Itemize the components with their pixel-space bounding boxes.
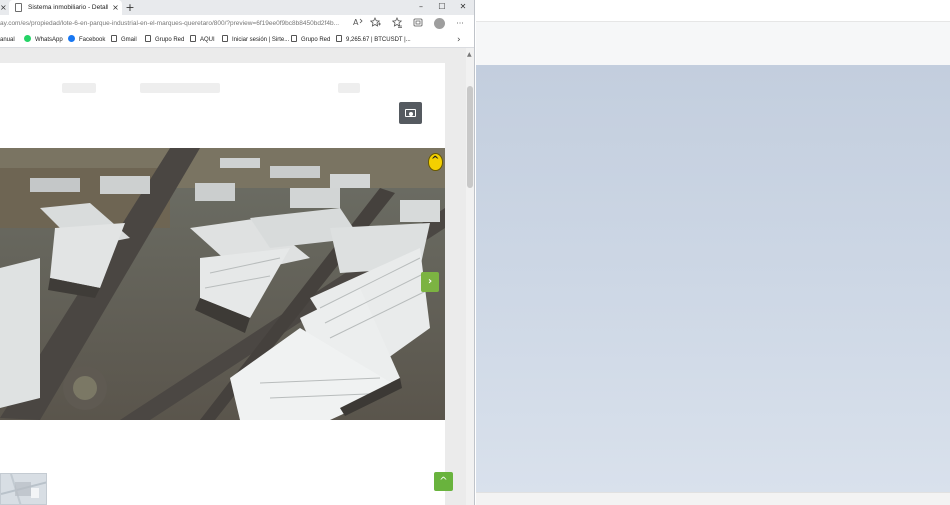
property-photo[interactable]: [0, 148, 445, 420]
read-aloud-icon[interactable]: A: [351, 17, 365, 30]
page-scrollbar[interactable]: ▲: [466, 48, 474, 505]
more-icon[interactable]: ···: [453, 17, 467, 30]
svg-text:A: A: [353, 18, 359, 26]
scrollbar-thumb[interactable]: [467, 86, 473, 188]
bookmark-label: 9,265.67 | BTCUSDT |...: [346, 37, 411, 43]
page-icon: [190, 35, 196, 42]
page-icon: [15, 3, 22, 12]
browser-window: × Sistema inmobiliario - Detalle d × + –…: [0, 0, 475, 505]
desktop-area: [476, 0, 950, 505]
partial-tab-close-icon[interactable]: ×: [0, 1, 8, 14]
close-window-button[interactable]: ✕: [454, 0, 472, 15]
page-icon: [145, 35, 151, 42]
bookmark-item[interactable]: Grupo Red: [291, 32, 330, 48]
property-map-thumbnail[interactable]: [0, 473, 47, 505]
faded-header-element: [62, 83, 96, 93]
bookmark-item[interactable]: Facebook: [68, 32, 105, 48]
chevron-right-icon: ›: [427, 276, 433, 287]
page-icon: [336, 35, 342, 42]
minimize-button[interactable]: –: [412, 0, 430, 15]
bookmark-label: anual: [0, 37, 15, 43]
web-page: ^ › ^: [0, 48, 466, 505]
tab-strip: × Sistema inmobiliario - Detalle d × + –…: [0, 0, 474, 15]
add-favorite-icon[interactable]: [368, 17, 382, 30]
bookmark-label: AQUI: [200, 37, 215, 43]
faded-header-element: [140, 83, 220, 93]
whatsapp-icon: [24, 35, 31, 42]
map-icon: [1, 474, 46, 504]
property-card: ^ ›: [0, 63, 445, 505]
bookmark-item[interactable]: Grupo Red: [145, 32, 184, 48]
url-field[interactable]: ay.com/es/propiedad/lote-6-en-parque-ind…: [0, 15, 348, 32]
faded-header-element: [338, 83, 360, 93]
empty-window-header: [476, 22, 950, 65]
bookmark-item[interactable]: WhatsApp: [24, 32, 63, 48]
bookmarks-overflow-button[interactable]: ›: [457, 32, 467, 48]
facebook-icon: [68, 35, 75, 42]
empty-window-titlebar: [476, 0, 950, 22]
bookmark-item[interactable]: anual: [0, 32, 15, 48]
desktop-background: [476, 65, 950, 492]
bookmarks-bar: anual WhatsApp Facebook Gmail Grupo Red …: [0, 32, 474, 48]
aerial-industrial-park-image: [0, 148, 445, 420]
address-bar: ay.com/es/propiedad/lote-6-en-parque-ind…: [0, 15, 474, 32]
scroll-up-arrow-icon[interactable]: ▲: [467, 51, 472, 58]
bookmark-label: Facebook: [79, 37, 106, 43]
favorites-icon[interactable]: [390, 17, 404, 30]
collections-icon[interactable]: [411, 17, 425, 30]
profile-icon[interactable]: [434, 18, 445, 29]
back-to-top-button[interactable]: ^: [434, 472, 453, 491]
bookmark-label: WhatsApp: [35, 37, 63, 43]
page-icon: [222, 35, 228, 42]
photo-gallery-button[interactable]: [399, 102, 422, 124]
page-icon: [111, 35, 117, 42]
bookmark-label: Grupo Red: [301, 37, 331, 43]
active-tab[interactable]: Sistema inmobiliario - Detalle d ×: [9, 0, 122, 15]
scroll-up-badge[interactable]: ^: [428, 153, 443, 171]
bookmark-item[interactable]: Gmail: [111, 32, 137, 48]
bookmark-label: Gmail: [121, 37, 137, 43]
bookmark-item[interactable]: AQUI: [190, 32, 215, 48]
bookmark-item[interactable]: Iniciar sesión | Sirte...: [222, 32, 289, 48]
maximize-button[interactable]: ☐: [433, 0, 451, 15]
chevron-up-icon: ^: [439, 476, 448, 487]
empty-window-footer: [476, 492, 950, 505]
bookmark-label: Grupo Red: [155, 37, 185, 43]
new-tab-button[interactable]: +: [124, 0, 136, 15]
bookmark-label: Iniciar sesión | Sirte...: [232, 37, 290, 43]
next-photo-button[interactable]: ›: [421, 272, 439, 292]
page-icon: [291, 35, 297, 42]
tab-title: Sistema inmobiliario - Detalle d: [28, 4, 108, 11]
bookmark-item[interactable]: 9,265.67 | BTCUSDT |...: [336, 32, 411, 48]
tab-close-icon[interactable]: ×: [111, 0, 120, 15]
